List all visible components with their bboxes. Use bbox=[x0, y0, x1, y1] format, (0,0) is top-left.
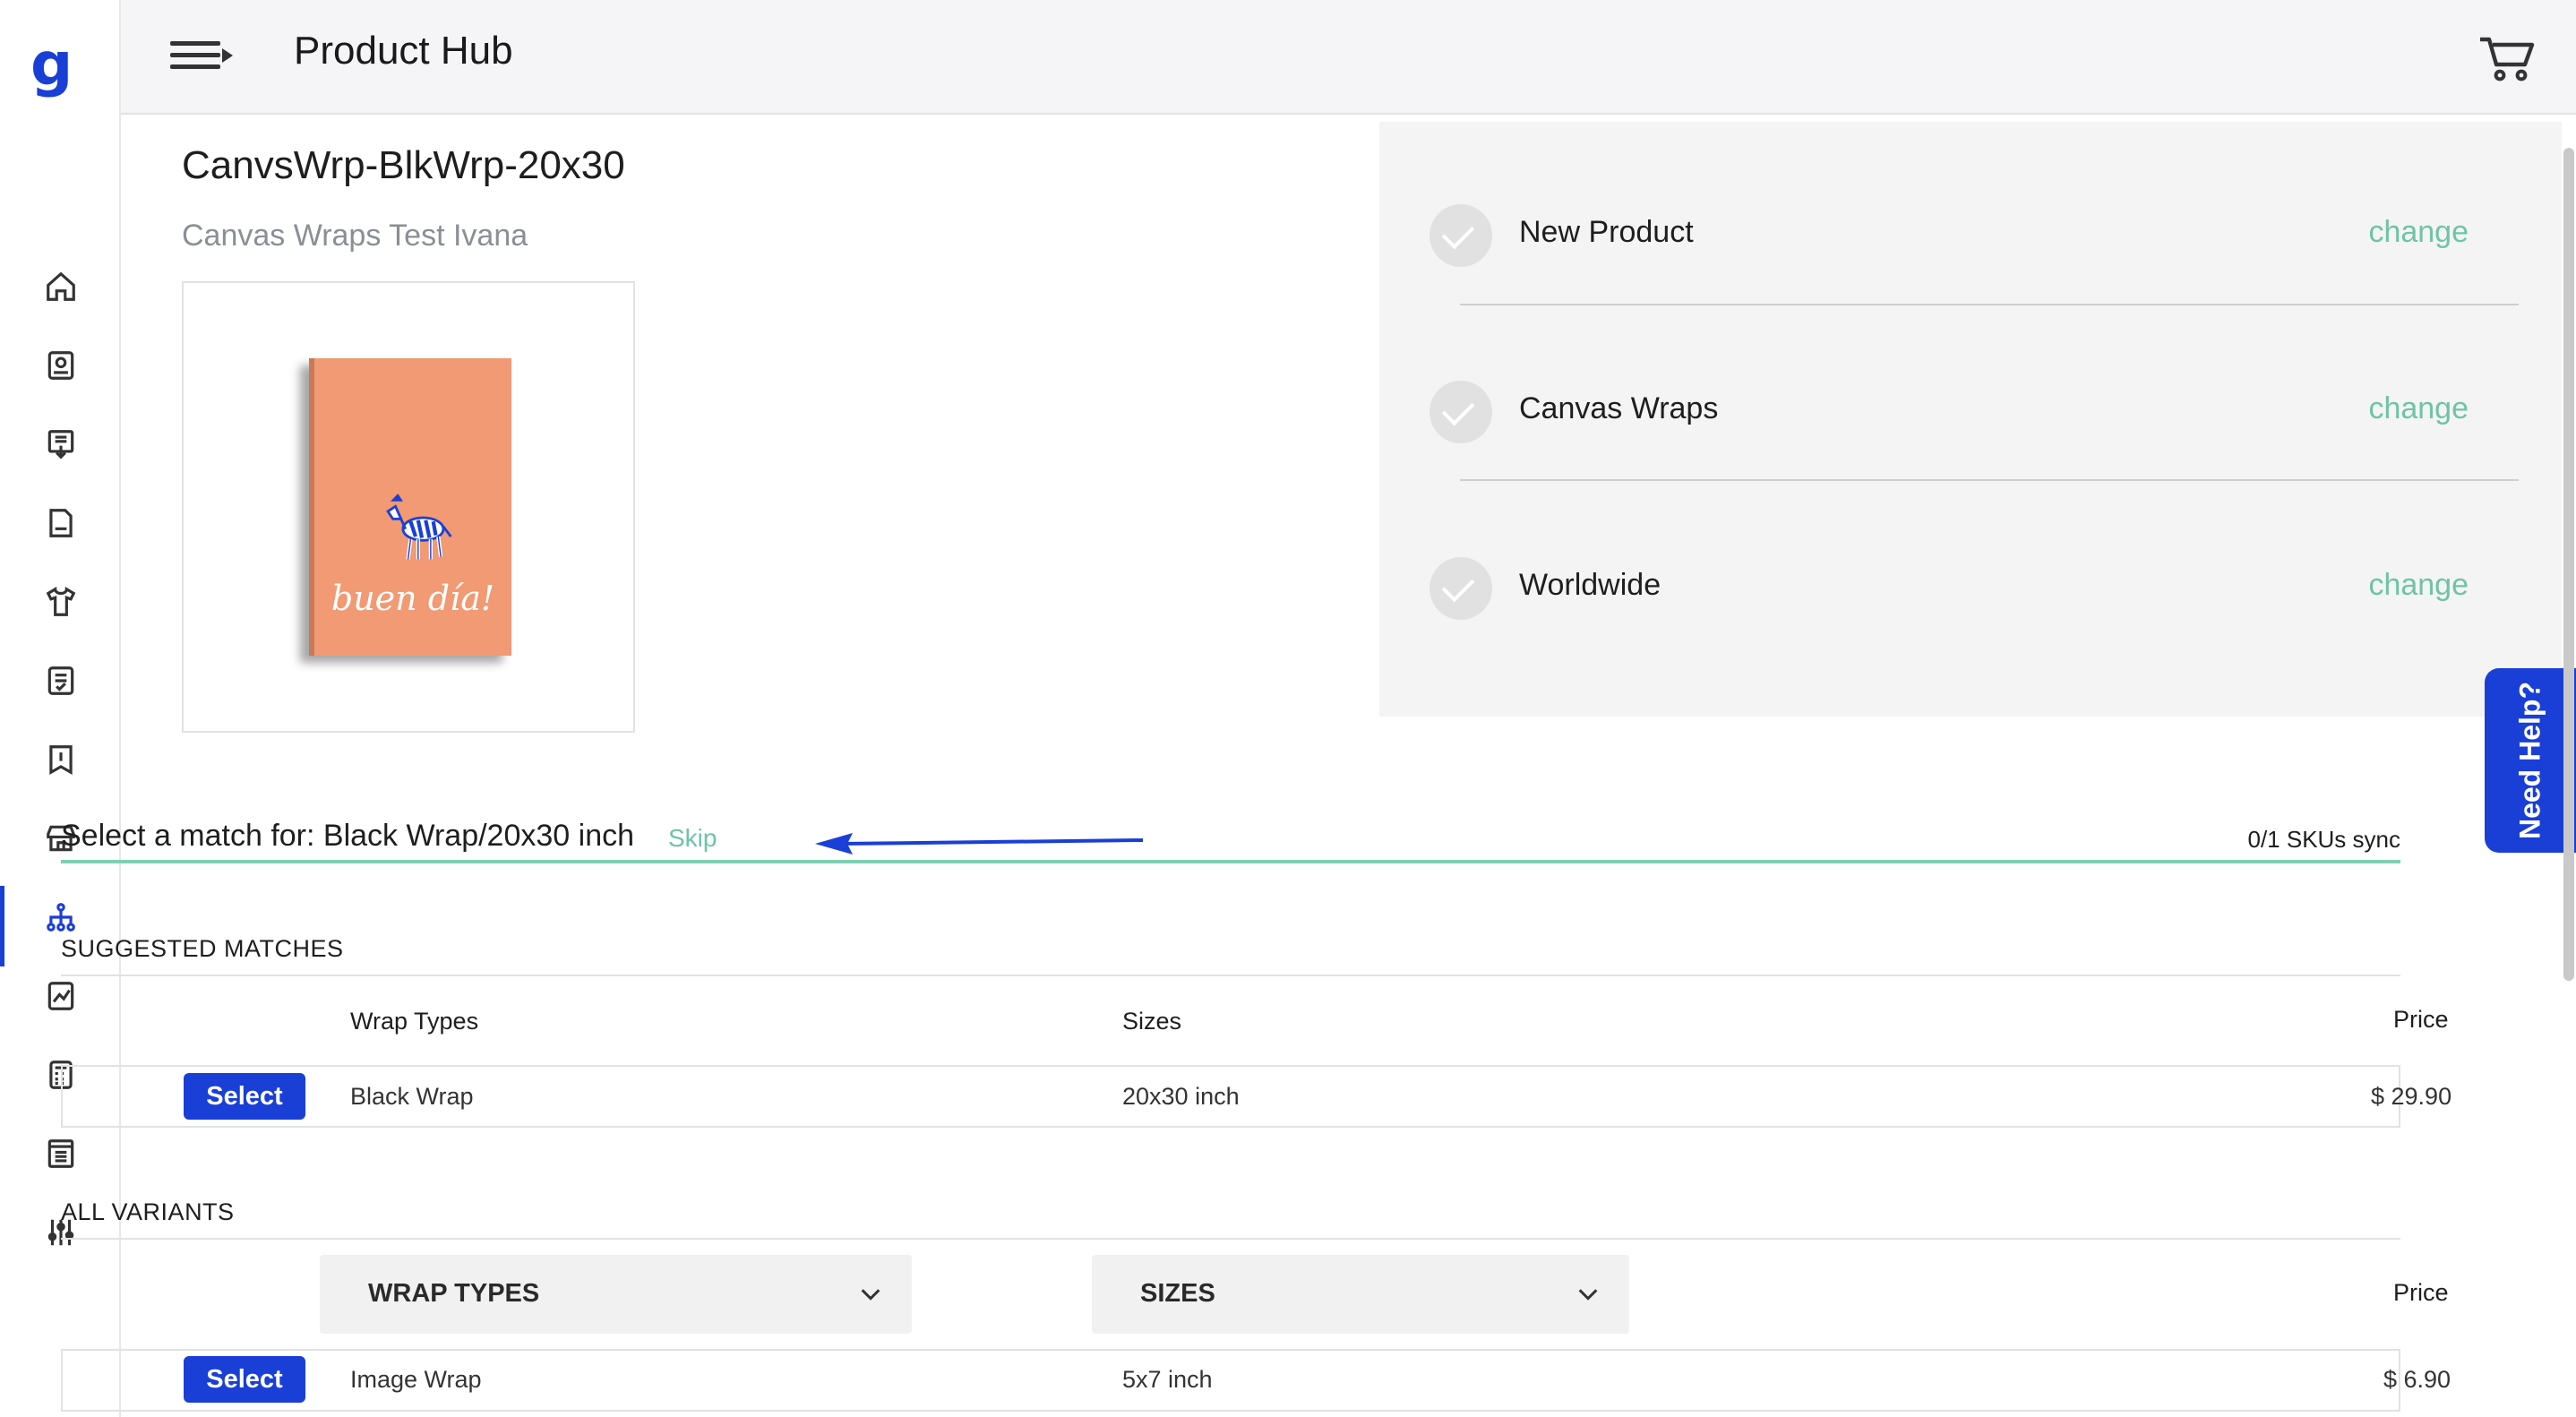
document-list-icon bbox=[47, 1139, 73, 1168]
wrap-types-filter[interactable]: WRAP TYPES bbox=[320, 1255, 912, 1334]
change-link[interactable]: change bbox=[2368, 215, 2469, 250]
filter-label: WRAP TYPES bbox=[368, 1279, 540, 1308]
checklist-icon bbox=[47, 666, 73, 695]
match-label: Select a match for: Black Wrap/20x30 inc… bbox=[61, 819, 635, 853]
sku-sync-status: 0/1 SKUs sync bbox=[2247, 826, 2400, 853]
page-title: Product Hub bbox=[294, 29, 513, 73]
product-subtitle: Canvas Wraps Test Ivana bbox=[182, 219, 528, 253]
profile-card-icon bbox=[47, 351, 73, 380]
steps-panel: New Product change Canvas Wraps change W… bbox=[1379, 122, 2562, 717]
app-logo[interactable]: g bbox=[30, 35, 81, 94]
suggested-matches-title: SUGGESTED MATCHES bbox=[61, 935, 344, 962]
all-variants-title: ALL VARIANTS bbox=[61, 1198, 235, 1225]
cell-size: 5x7 inch bbox=[1122, 1366, 1213, 1393]
section-divider bbox=[61, 1238, 2400, 1240]
product-image: buen día! bbox=[182, 281, 635, 733]
sidebar-item-upload[interactable] bbox=[0, 413, 121, 476]
tshirt-icon bbox=[46, 586, 75, 616]
select-button[interactable]: Select bbox=[184, 1073, 305, 1120]
vertical-scrollbar[interactable] bbox=[2563, 148, 2574, 981]
hierarchy-icon bbox=[46, 903, 75, 932]
step-canvas-wraps: Canvas Wraps change bbox=[1430, 381, 2469, 452]
upload-doc-icon bbox=[47, 430, 73, 459]
chevron-down-icon bbox=[1578, 1289, 1598, 1301]
col-header-wrap-types: Wrap Types bbox=[350, 1008, 479, 1035]
step-worldwide: Worldwide change bbox=[1430, 557, 2469, 629]
step-divider bbox=[1460, 304, 2519, 305]
step-new-product: New Product change bbox=[1430, 204, 2469, 276]
check-circle-icon bbox=[1430, 557, 1492, 620]
annotation-arrow bbox=[815, 833, 1144, 854]
cell-price: $ 6.90 bbox=[2383, 1366, 2451, 1393]
sidebar-item-csv[interactable] bbox=[0, 492, 121, 554]
csv-file-icon bbox=[48, 509, 73, 537]
top-header: Product Hub bbox=[121, 0, 2576, 115]
check-circle-icon bbox=[1430, 381, 1492, 443]
cell-size: 20x30 inch bbox=[1122, 1083, 1240, 1110]
canvas-preview: buen día! bbox=[309, 358, 511, 656]
chevron-down-icon bbox=[861, 1289, 880, 1301]
need-help-tab[interactable]: Need Help? bbox=[2485, 668, 2576, 853]
step-label: New Product bbox=[1519, 215, 1694, 249]
cart-icon[interactable] bbox=[2478, 34, 2536, 84]
sidebar-item-profile[interactable] bbox=[0, 334, 121, 397]
col-header-price: Price bbox=[2393, 1279, 2449, 1306]
skip-link[interactable]: Skip bbox=[668, 824, 717, 853]
col-header-sizes: Sizes bbox=[1122, 1008, 1182, 1035]
step-divider bbox=[1460, 479, 2519, 481]
chart-icon bbox=[47, 982, 73, 1010]
section-divider bbox=[61, 975, 2400, 976]
col-header-price: Price bbox=[2393, 1006, 2449, 1033]
zebra-illustration bbox=[386, 494, 452, 560]
step-label: Canvas Wraps bbox=[1519, 391, 1719, 425]
check-circle-icon bbox=[1430, 204, 1492, 267]
change-link[interactable]: change bbox=[2368, 391, 2469, 426]
cell-wrap-type: Image Wrap bbox=[350, 1366, 482, 1393]
sizes-filter[interactable]: SIZES bbox=[1092, 1255, 1629, 1334]
cell-price: $ 29.90 bbox=[2371, 1083, 2452, 1110]
sidebar-item-catalog[interactable] bbox=[0, 1122, 121, 1185]
sidebar-item-home[interactable] bbox=[0, 255, 121, 318]
filter-label: SIZES bbox=[1140, 1279, 1215, 1308]
change-link[interactable]: change bbox=[2368, 568, 2469, 603]
need-help-label: Need Help? bbox=[2513, 681, 2546, 840]
canvas-text: buen día! bbox=[331, 579, 495, 618]
match-underline bbox=[61, 860, 2400, 863]
product-name: CanvsWrp-BlkWrp-20x30 bbox=[182, 143, 625, 187]
match-header: Select a match for: Black Wrap/20x30 inc… bbox=[61, 702, 2400, 865]
select-button[interactable]: Select bbox=[184, 1356, 305, 1403]
menu-toggle-icon[interactable] bbox=[170, 38, 233, 73]
sidebar-item-products[interactable] bbox=[0, 571, 121, 633]
step-label: Worldwide bbox=[1519, 568, 1662, 602]
cell-wrap-type: Black Wrap bbox=[350, 1083, 474, 1110]
home-icon bbox=[46, 271, 75, 301]
